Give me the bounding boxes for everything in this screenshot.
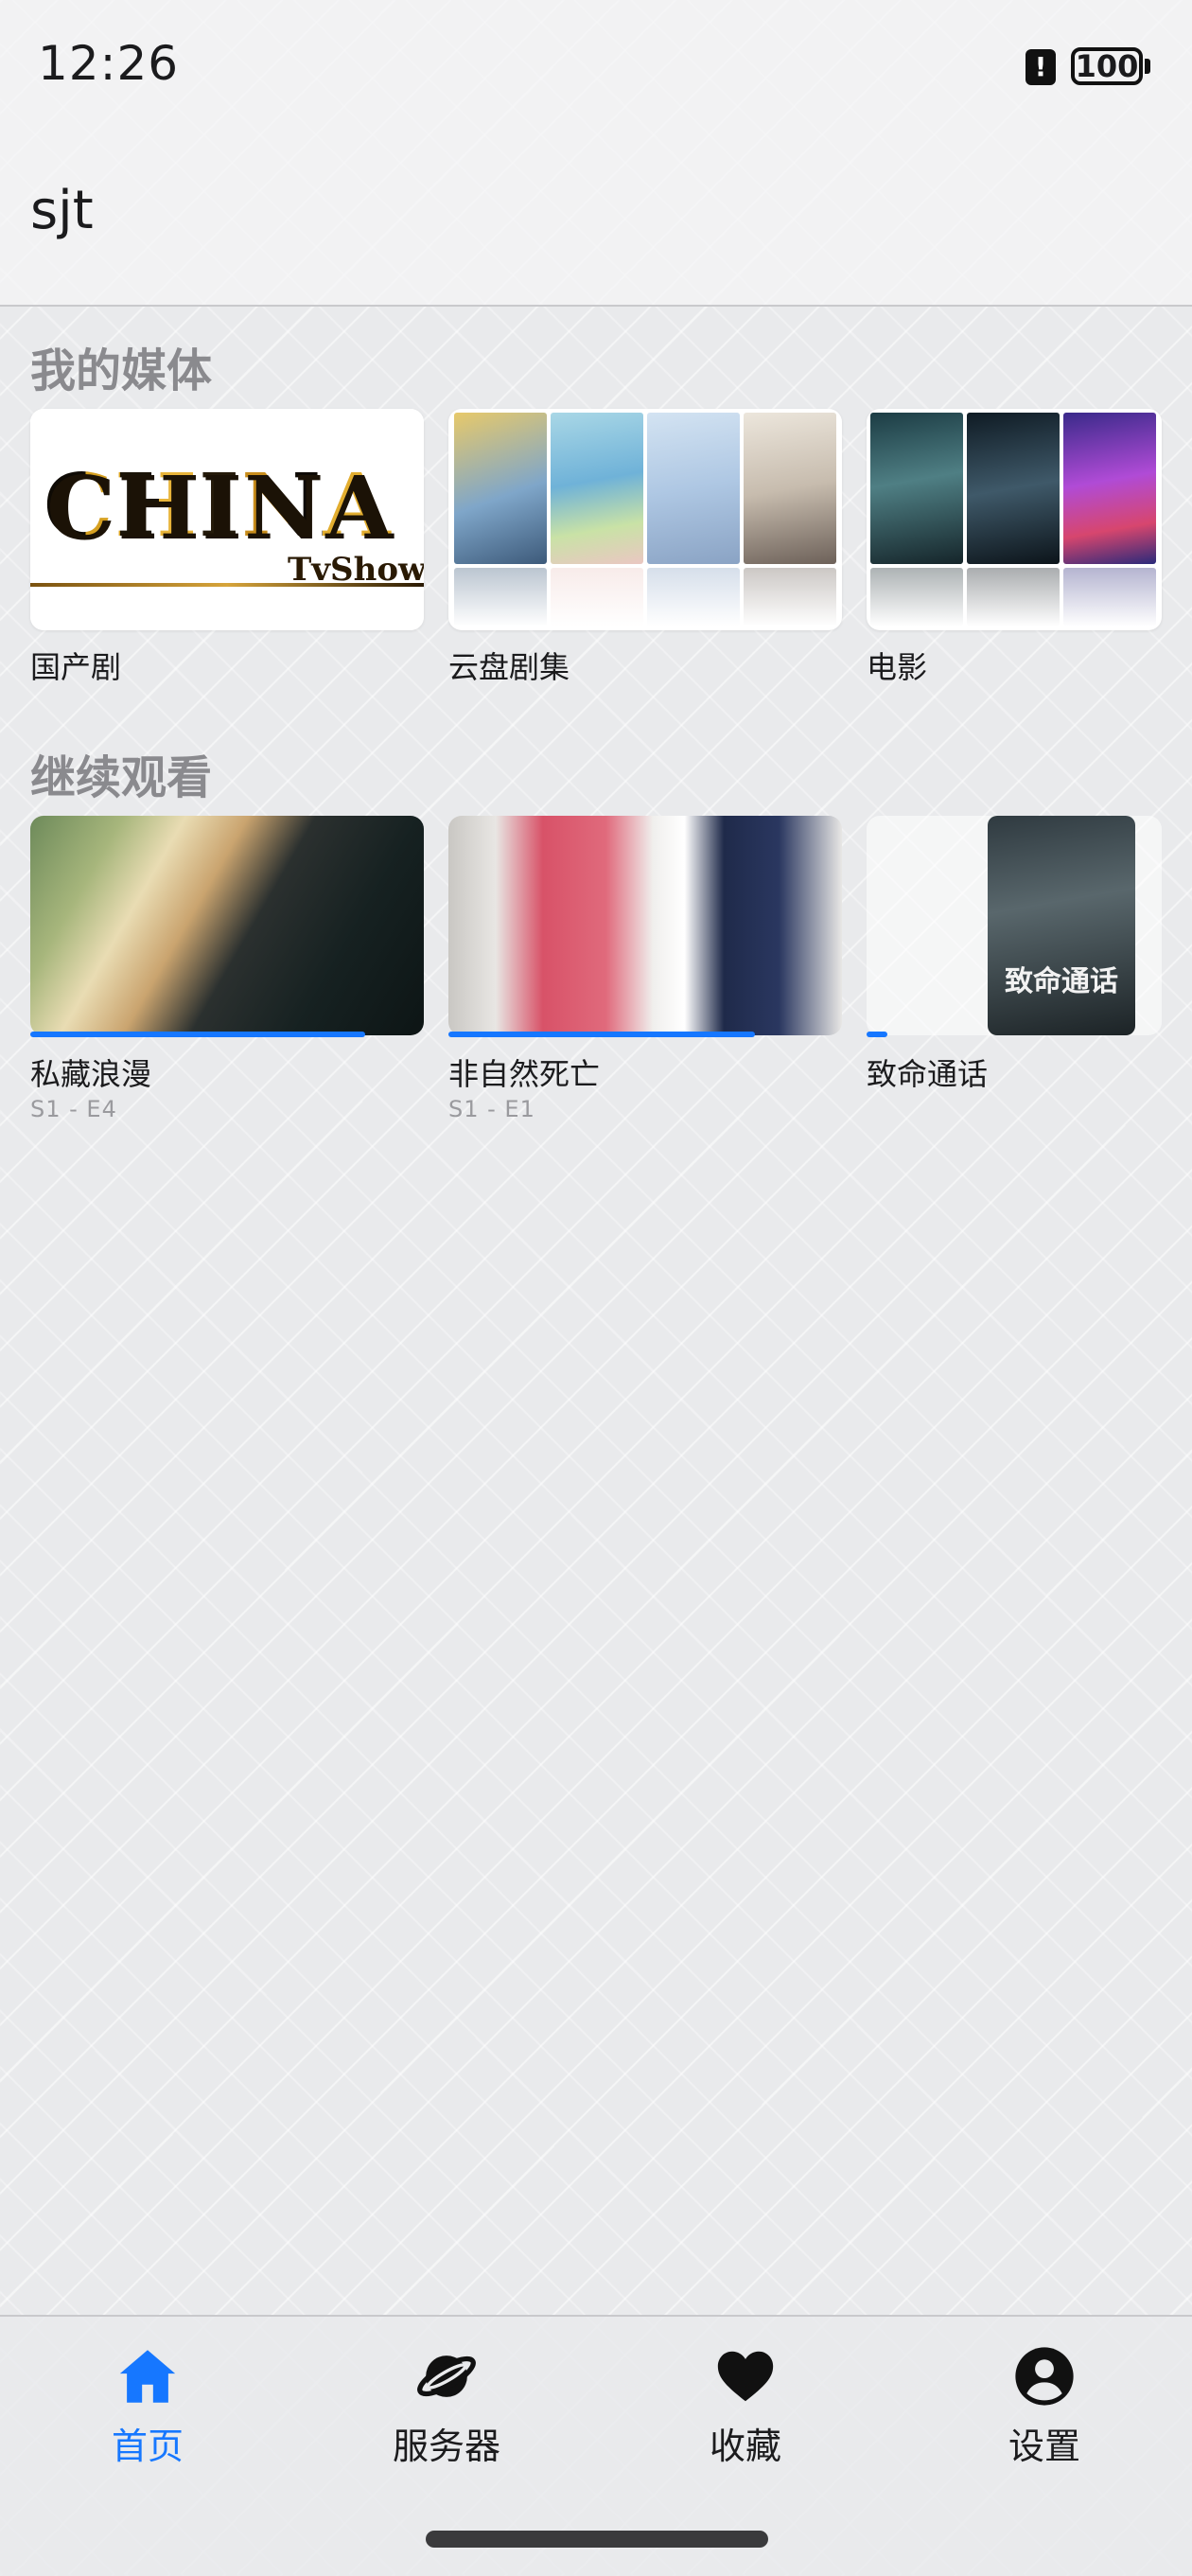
- progress-bar: [867, 1032, 1162, 1037]
- progress-bar: [30, 1032, 424, 1037]
- poster-reflection: [1063, 568, 1156, 626]
- status-bar: 12:26 ! 100: [0, 0, 1192, 132]
- media-library-label[interactable]: 电影: [867, 644, 927, 687]
- continue-watching-thumbnail[interactable]: [30, 816, 424, 1035]
- poster-reflection: [967, 568, 1060, 626]
- media-library-card-movies[interactable]: [867, 409, 1162, 630]
- banner-word: CHINA: [44, 454, 393, 556]
- progress-fill: [448, 1032, 756, 1037]
- china-tvshow-banner: CHINA TvShow: [30, 409, 424, 630]
- nav-item-servers[interactable]: 服务器: [352, 2343, 541, 2469]
- poster-reflection: [647, 568, 740, 626]
- home-icon: [119, 2350, 176, 2403]
- poster-reflection: [870, 568, 963, 626]
- nav-label: 收藏: [709, 2426, 781, 2467]
- poster-reflection: [551, 568, 643, 626]
- poster-image: [454, 413, 547, 564]
- nav-item-settings[interactable]: 设置: [950, 2343, 1139, 2469]
- battery-level: 100: [1075, 48, 1139, 84]
- user-circle-icon: [1015, 2347, 1074, 2406]
- media-library-label[interactable]: 云盘剧集: [448, 644, 570, 687]
- battery-icon: 100: [1071, 47, 1143, 85]
- progress-fill: [30, 1032, 365, 1037]
- continue-watching-episode: S1 - E4: [30, 1096, 117, 1122]
- continue-watching-item-title[interactable]: 致命通话: [867, 1050, 988, 1094]
- status-time: 12:26: [38, 36, 180, 91]
- continue-watching-title: 继续观看: [30, 751, 213, 804]
- poster-image: [870, 413, 963, 564]
- nav-label: 首页: [111, 2426, 184, 2467]
- nav-item-favorites[interactable]: 收藏: [651, 2343, 840, 2469]
- nav-label: 设置: [1008, 2426, 1080, 2467]
- alert-icon: !: [1025, 49, 1056, 85]
- continue-watching-item-title[interactable]: 非自然死亡: [448, 1050, 600, 1094]
- poster-image: 致命通话: [988, 816, 1135, 1035]
- continue-watching-thumbnail[interactable]: 致命通话: [867, 816, 1162, 1035]
- media-library-card-tvshow[interactable]: CHINA TvShow: [30, 409, 424, 630]
- continue-watching-item-title[interactable]: 私藏浪漫: [30, 1050, 151, 1094]
- poster-title: 致命通话: [1005, 965, 1118, 998]
- progress-fill: [867, 1032, 887, 1037]
- poster-reflection: [454, 568, 547, 626]
- banner-rule: [30, 583, 424, 587]
- continue-watching-thumbnail[interactable]: [448, 816, 842, 1035]
- planet-icon: [417, 2355, 476, 2397]
- media-library-card-cloud[interactable]: [448, 409, 842, 630]
- my-media-title: 我的媒体: [30, 344, 213, 397]
- progress-bar: [448, 1032, 842, 1037]
- app-title: sjt: [30, 180, 94, 241]
- poster-image: [1063, 413, 1156, 564]
- poster-image: [967, 413, 1060, 564]
- home-indicator[interactable]: [426, 2531, 768, 2548]
- heart-icon: [717, 2351, 774, 2402]
- nav-item-home[interactable]: 首页: [53, 2343, 242, 2469]
- battery-tip: [1145, 59, 1150, 74]
- poster-image: [744, 413, 836, 564]
- nav-label: 服务器: [392, 2426, 500, 2467]
- poster-image: [647, 413, 740, 564]
- poster-reflection: [744, 568, 836, 626]
- media-library-label[interactable]: 国产剧: [30, 644, 121, 687]
- poster-image: [551, 413, 643, 564]
- continue-watching-episode: S1 - E1: [448, 1096, 535, 1122]
